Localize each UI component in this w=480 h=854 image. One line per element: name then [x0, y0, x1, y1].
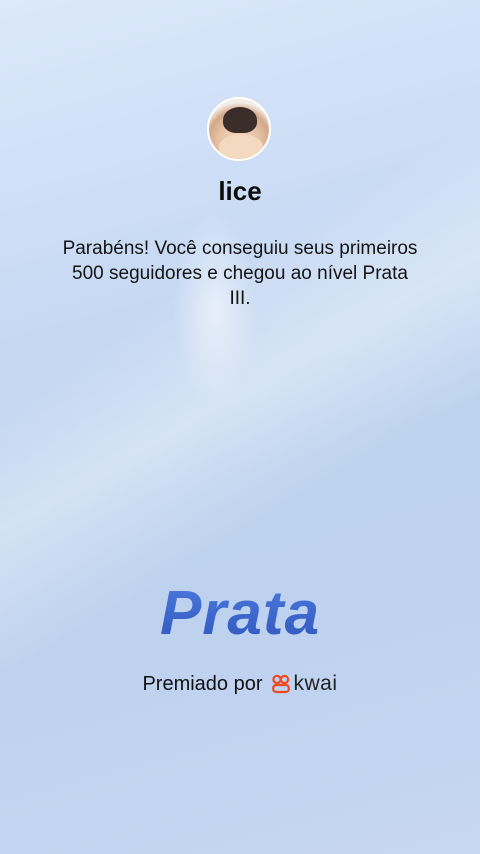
brand-name: kwai [293, 672, 338, 695]
award-line: Premiado por kwai [0, 672, 480, 696]
avatar-body [219, 135, 263, 159]
kwai-logo-icon [271, 674, 291, 694]
avatar[interactable] [207, 97, 271, 161]
achievement-message: Parabéns! Você conseguiu seus primeiros … [62, 238, 418, 309]
tier-title: Prata [0, 578, 480, 649]
username: lice [218, 176, 262, 206]
brand-logo: kwai [271, 672, 338, 696]
award-prefix: Premiado por [142, 672, 263, 695]
avatar-hair [223, 107, 257, 133]
